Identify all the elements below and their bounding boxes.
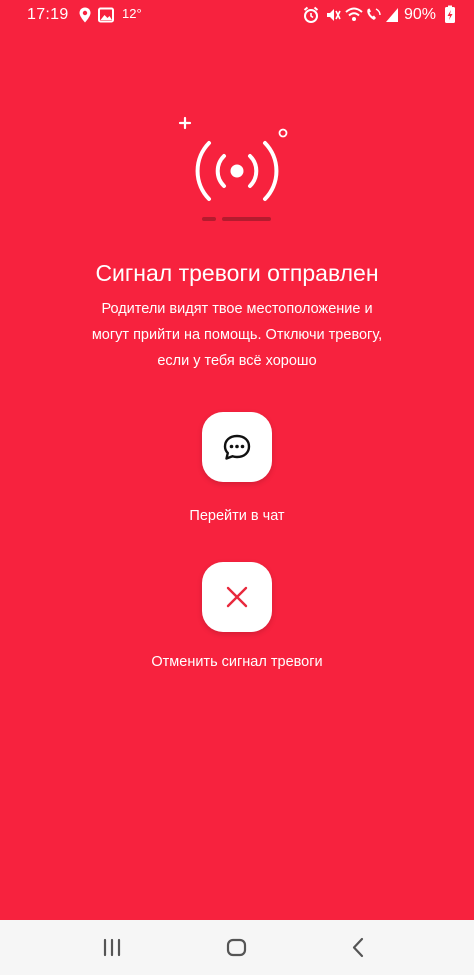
go-to-chat-label[interactable]: Перейти в чат xyxy=(0,506,474,526)
status-right-icons xyxy=(303,5,455,23)
alarm-title: Сигнал тревоги отправлен xyxy=(95,260,379,286)
cancel-alarm-button[interactable] xyxy=(202,562,272,632)
mute-icon xyxy=(327,9,341,21)
alarm-description: Родители видят твое местоположение и мог… xyxy=(91,301,383,369)
chat-bubble-icon xyxy=(223,434,251,460)
wifi-icon xyxy=(345,7,363,21)
status-temperature: 12° xyxy=(122,6,142,21)
alarm-clock-icon xyxy=(303,6,319,23)
back-icon[interactable] xyxy=(342,920,374,975)
broadcast-signal-icon xyxy=(178,116,288,221)
wifi-calling-icon xyxy=(367,8,381,20)
close-icon xyxy=(226,586,248,608)
home-icon[interactable] xyxy=(219,920,255,975)
go-to-chat-button[interactable] xyxy=(202,412,272,482)
navigation-bar xyxy=(0,920,474,975)
recent-apps-icon[interactable] xyxy=(96,920,128,975)
status-bar: 17:19 12° 90% xyxy=(0,0,474,30)
battery-charging-icon xyxy=(445,5,455,23)
status-time: 17:19 xyxy=(27,6,69,23)
status-left-icons xyxy=(79,7,114,23)
status-battery: 90% xyxy=(403,6,436,23)
gallery-icon xyxy=(98,7,114,23)
cancel-alarm-label[interactable]: Отменить сигнал тревоги xyxy=(0,652,474,672)
location-pin-icon xyxy=(79,7,91,23)
signal-strength-icon xyxy=(386,8,398,22)
